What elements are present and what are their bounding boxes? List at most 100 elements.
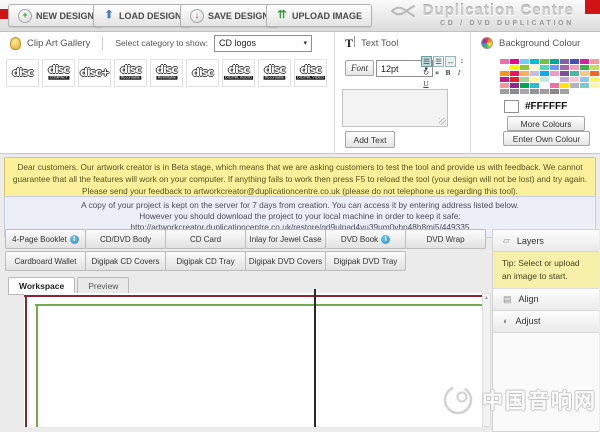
cd-logo-thumbnail-2[interactable]: disc COMPACT [42, 59, 75, 87]
palette-swatch-r5-c9[interactable] [580, 83, 589, 88]
upload-image-button[interactable]: ⇈ UPLOAD IMAGE [266, 4, 373, 27]
palette-swatch-r4-c6[interactable] [550, 77, 559, 82]
product-tab-digipak-dvd-covers[interactable]: Digipak DVD Covers [245, 251, 326, 271]
palette-swatch-r2-c6[interactable] [550, 65, 559, 70]
palette-swatch-r4-c8[interactable] [570, 77, 579, 82]
palette-swatch-r3-c7[interactable] [560, 71, 569, 76]
palette-swatch-r4-c1[interactable] [500, 77, 509, 82]
save-design-button[interactable]: ↓ SAVE DESIGN [180, 4, 279, 27]
product-tab-cd-dvd-body[interactable]: CD/DVD Body [85, 229, 166, 249]
stretch-horizontal-button[interactable]: ↔ [445, 56, 456, 67]
underline-button[interactable]: U [421, 79, 431, 89]
align-panel-button[interactable]: ▤ Align [493, 288, 599, 311]
palette-swatch-r5-c5[interactable] [540, 83, 549, 88]
text-colour-button[interactable]: ● [432, 68, 442, 78]
product-tab-cd-card[interactable]: CD Card [165, 229, 246, 249]
category-select[interactable]: CD logos ▾ [213, 34, 312, 52]
palette-swatch-r4-c5[interactable] [540, 77, 549, 82]
cd-logo-thumbnail-9[interactable]: disc DIGITAL VIDEO [294, 59, 327, 87]
palette-swatch-r1-c6[interactable] [550, 59, 559, 64]
palette-swatch-r3-c10[interactable] [590, 71, 599, 76]
palette-swatch-r4-c4[interactable] [530, 77, 539, 82]
palette-swatch-r5-c2[interactable] [510, 83, 519, 88]
palette-swatch-r3-c2[interactable] [510, 71, 519, 76]
palette-swatch-r3-c9[interactable] [580, 71, 589, 76]
palette-swatch-r2-c9[interactable] [580, 65, 589, 70]
scroll-up-icon[interactable]: ▲ [483, 294, 490, 302]
enter-own-colour-button[interactable]: Enter Own Colour [503, 131, 590, 146]
font-button[interactable]: Font [345, 60, 374, 76]
palette-swatch-r2-c8[interactable] [570, 65, 579, 70]
product-tab-digipak-dvd-tray[interactable]: Digipak DVD Tray [325, 251, 406, 271]
palette-swatch-r3-c6[interactable] [550, 71, 559, 76]
italic-button[interactable]: I [454, 68, 464, 78]
palette-swatch-r3-c4[interactable] [530, 71, 539, 76]
palette-swatch-r1-c4[interactable] [530, 59, 539, 64]
align-center-button[interactable]: ☰ [433, 56, 444, 67]
align-left-button[interactable]: ☰ [421, 56, 432, 67]
cd-logo-thumbnail-1[interactable]: disc [6, 59, 39, 87]
palette-swatch-r2-c7[interactable] [560, 65, 569, 70]
cd-logo-thumbnail-8[interactable]: disc Recordable [258, 59, 291, 87]
cd-logo-thumbnail-3[interactable]: disc+ [78, 59, 111, 87]
palette-swatch-r5-c10[interactable] [590, 83, 599, 88]
palette-swatch-r1-c5[interactable] [540, 59, 549, 64]
cd-logo-thumbnail-5[interactable]: disc ReWritable [150, 59, 183, 87]
palette-swatch-r5-c7[interactable] [560, 83, 569, 88]
info-icon[interactable]: i [381, 234, 391, 244]
palette-swatch-r2-c1[interactable] [500, 65, 509, 70]
palette-swatch-r3-c1[interactable] [500, 71, 509, 76]
palette-swatch-r1-c10[interactable] [590, 59, 599, 64]
palette-swatch-r4-c3[interactable] [520, 77, 529, 82]
cd-logo-thumbnail-7[interactable]: disc DIGITAL AUDIO [222, 59, 255, 87]
load-design-button[interactable]: ⬆ LOAD DESIGN [93, 4, 192, 27]
palette-swatch-r3-c5[interactable] [540, 71, 549, 76]
palette-swatch-r2-c5[interactable] [540, 65, 549, 70]
palette-swatch-r2-c10[interactable] [590, 65, 599, 70]
info-icon[interactable]: i [69, 234, 79, 244]
stretch-vertical-button[interactable]: ↕ [457, 56, 467, 66]
palette-swatch-r6-c5[interactable] [540, 89, 549, 94]
add-text-button[interactable]: Add Text [345, 131, 395, 148]
palette-swatch-r4-c10[interactable] [590, 77, 599, 82]
palette-swatch-r6-c2[interactable] [510, 89, 519, 94]
current-colour-swatch[interactable] [504, 100, 519, 113]
cd-logo-thumbnail-6[interactable]: disc [186, 59, 219, 87]
design-canvas[interactable] [24, 293, 482, 427]
product-tab-inlay-for-jewel-case[interactable]: Inlay for Jewel Case [245, 229, 326, 249]
palette-swatch-r1-c9[interactable] [580, 59, 589, 64]
text-input-area[interactable] [342, 89, 448, 127]
product-tab-digipak-cd-covers[interactable]: Digipak CD Covers [85, 251, 166, 271]
palette-swatch-r6-c3[interactable] [520, 89, 529, 94]
adjust-panel-button[interactable]: ◐ Adjust [493, 310, 599, 333]
palette-swatch-r5-c6[interactable] [550, 83, 559, 88]
palette-swatch-r6-c1[interactable] [500, 89, 509, 94]
palette-swatch-r5-c3[interactable] [520, 83, 529, 88]
palette-swatch-r1-c1[interactable] [500, 59, 509, 64]
product-tab-cardboard-wallet[interactable]: Cardboard Wallet [5, 251, 86, 271]
palette-swatch-r6-c7[interactable] [560, 89, 569, 94]
palette-swatch-r1-c7[interactable] [560, 59, 569, 64]
palette-swatch-r1-c3[interactable] [520, 59, 529, 64]
palette-swatch-r6-c6[interactable] [550, 89, 559, 94]
palette-swatch-r2-c3[interactable] [520, 65, 529, 70]
rotate-button[interactable]: ↻ [421, 68, 431, 78]
palette-swatch-r4-c2[interactable] [510, 77, 519, 82]
palette-swatch-r5-c1[interactable] [500, 83, 509, 88]
more-colours-button[interactable]: More Colours [507, 116, 585, 131]
palette-swatch-r4-c7[interactable] [560, 77, 569, 82]
palette-swatch-r1-c8[interactable] [570, 59, 579, 64]
palette-swatch-r1-c2[interactable] [510, 59, 519, 64]
palette-swatch-r3-c8[interactable] [570, 71, 579, 76]
product-tab-4-page-booklet[interactable]: 4-Page Booklet i [5, 229, 86, 249]
palette-swatch-r4-c9[interactable] [580, 77, 589, 82]
new-design-button[interactable]: + NEW DESIGN [8, 4, 105, 27]
product-tab-dvd-wrap[interactable]: DVD Wrap [405, 229, 486, 249]
palette-swatch-r5-c8[interactable] [570, 83, 579, 88]
layers-panel-button[interactable]: ▱ Layers [493, 230, 599, 252]
palette-swatch-r5-c4[interactable] [530, 83, 539, 88]
cd-logo-thumbnail-4[interactable]: disc Recordable [114, 59, 147, 87]
palette-swatch-r2-c2[interactable] [510, 65, 519, 70]
product-tab-dvd-book[interactable]: DVD Book i [325, 229, 406, 249]
palette-swatch-r3-c3[interactable] [520, 71, 529, 76]
